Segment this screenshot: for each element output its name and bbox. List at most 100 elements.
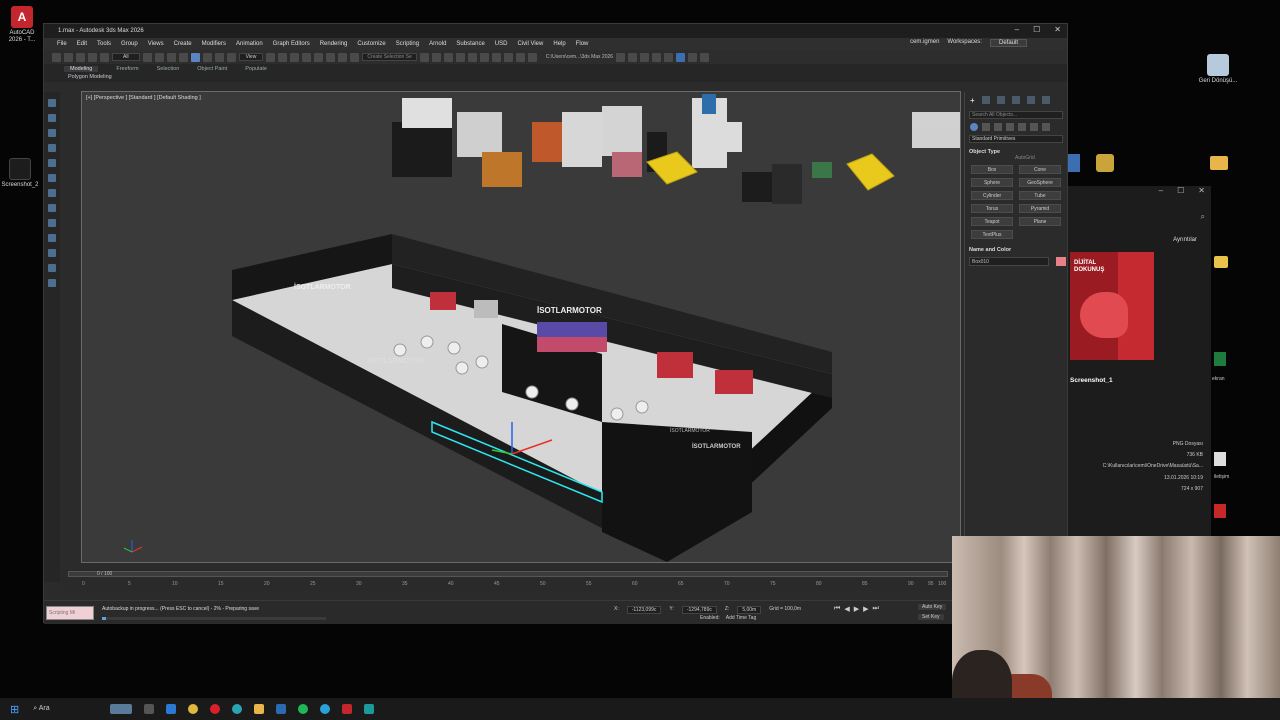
desktop-icon-screenshot[interactable]: Screenshot_2 <box>0 158 40 189</box>
tab-object-paint[interactable]: Object Paint <box>197 66 227 72</box>
menu-flow[interactable]: Flow <box>571 41 594 47</box>
pivot-icon[interactable] <box>266 52 276 62</box>
tool-icon[interactable] <box>48 159 56 167</box>
tube-button[interactable]: Tube <box>1019 191 1061 200</box>
play-icon[interactable]: ▶ <box>854 605 859 613</box>
autocad-taskbar-icon[interactable] <box>341 704 352 714</box>
helpers-icon[interactable] <box>1018 123 1026 131</box>
menu-create[interactable]: Create <box>169 41 197 47</box>
tool-icon[interactable] <box>48 249 56 257</box>
maxscript-listener[interactable]: Scripting Mi <box>46 606 94 620</box>
maximize-button[interactable]: ☐ <box>1033 25 1040 34</box>
arnold-icon[interactable] <box>676 52 686 62</box>
tab-selection[interactable]: Selection <box>157 66 180 72</box>
time-slider[interactable]: 0 / 100 <box>68 571 948 577</box>
folder-icon[interactable] <box>1210 156 1228 170</box>
cylinder-button[interactable]: Cylinder <box>971 191 1013 200</box>
modify-tab-icon[interactable] <box>981 96 990 104</box>
create-tab-icon[interactable]: + <box>970 96 975 105</box>
tool-icon[interactable] <box>48 114 56 122</box>
edge-icon[interactable] <box>165 704 176 714</box>
render-setup-icon[interactable] <box>515 52 525 62</box>
plane-button[interactable]: Plane <box>1019 217 1061 226</box>
browse-icon[interactable] <box>628 52 638 62</box>
geosphere-button[interactable]: GeoSphere <box>1019 178 1061 187</box>
edge-browser-icon[interactable] <box>231 704 242 714</box>
tool-icon[interactable] <box>48 204 56 212</box>
shapes-icon[interactable] <box>982 123 990 131</box>
y-field[interactable]: -1294,789c <box>681 606 717 614</box>
menu-tools[interactable]: Tools <box>92 41 116 47</box>
prev-frame-icon[interactable]: ◀ <box>844 605 849 613</box>
reference-coord-dropdown[interactable]: View <box>238 53 264 61</box>
windows-start-icon[interactable]: ⊞ <box>10 703 19 716</box>
systems-icon[interactable] <box>1042 123 1050 131</box>
object-type-title[interactable]: Object Type <box>965 145 1067 155</box>
app-icon[interactable] <box>1068 154 1080 172</box>
sync-icon[interactable] <box>688 52 698 62</box>
project-path[interactable]: C:\Users\cem...\3ds Max 2026 <box>546 54 613 60</box>
curve-editor-icon[interactable] <box>479 52 489 62</box>
toggle-ribbon-icon[interactable] <box>467 52 477 62</box>
close-button[interactable]: ✕ <box>1198 186 1205 200</box>
torus-button[interactable]: Torus <box>971 204 1013 213</box>
sphere-button[interactable]: Sphere <box>971 178 1013 187</box>
open-folder-icon[interactable] <box>616 52 626 62</box>
material-editor-icon[interactable] <box>503 52 513 62</box>
spacewarps-icon[interactable] <box>1030 123 1038 131</box>
menu-rendering[interactable]: Rendering <box>315 41 353 47</box>
excel-file-icon[interactable] <box>1214 352 1226 366</box>
select-move-icon[interactable] <box>190 52 200 62</box>
render-active-icon[interactable] <box>664 52 674 62</box>
maximize-button[interactable]: ☐ <box>1177 186 1184 200</box>
app-icon[interactable] <box>1096 154 1114 172</box>
x-field[interactable]: -1123,099c <box>626 606 662 614</box>
object-color-swatch[interactable] <box>1056 256 1066 266</box>
layer-explorer-icon[interactable] <box>455 52 465 62</box>
angle-snap-icon[interactable] <box>314 52 324 62</box>
tool-icon[interactable] <box>48 279 56 287</box>
schematic-view-icon[interactable] <box>491 52 501 62</box>
menu-views[interactable]: Views <box>143 41 169 47</box>
align-icon[interactable] <box>431 52 441 62</box>
spinner-snap-icon[interactable] <box>338 52 348 62</box>
goto-end-icon[interactable]: ⏭ <box>872 605 878 613</box>
add-time-tag[interactable]: Add Time Tag <box>726 615 756 621</box>
cone-button[interactable]: Cone <box>1019 165 1061 174</box>
render-iterative-icon[interactable] <box>652 52 662 62</box>
select-by-name-icon[interactable] <box>154 52 164 62</box>
object-name-field[interactable]: Box010 <box>969 257 1049 266</box>
minimize-button[interactable]: – <box>1159 186 1163 200</box>
percent-snap-icon[interactable] <box>326 52 336 62</box>
redo-icon[interactable] <box>64 52 73 62</box>
tool-icon[interactable] <box>48 219 56 227</box>
tab-freeform[interactable]: Freeform <box>116 66 138 72</box>
menu-edit[interactable]: Edit <box>72 41 92 47</box>
workspace-dropdown[interactable]: Default <box>989 39 1027 47</box>
tab-modeling[interactable]: Modeling <box>64 66 99 72</box>
file-explorer-icon[interactable] <box>253 704 264 714</box>
desktop-icon-autocad[interactable]: A AutoCAD 2026 - T... <box>2 6 42 44</box>
user-account[interactable]: cem.igmen <box>910 39 939 47</box>
menu-animation[interactable]: Animation <box>231 41 268 47</box>
settings-icon[interactable] <box>700 52 710 62</box>
opera-icon[interactable] <box>209 704 220 714</box>
details-button[interactable]: Ayrıntılar <box>1173 237 1197 243</box>
rect-selection-icon[interactable] <box>166 52 176 62</box>
display-tab-icon[interactable] <box>1026 96 1035 104</box>
placement-icon[interactable] <box>226 52 236 62</box>
tool-icon[interactable] <box>48 174 56 182</box>
bind-space-warp-icon[interactable] <box>100 52 109 62</box>
weather-icon[interactable] <box>109 704 132 714</box>
textplus-button[interactable]: TextPlus <box>971 230 1013 239</box>
snaps-toggle-icon[interactable] <box>302 52 312 62</box>
menu-usd[interactable]: USD <box>490 41 513 47</box>
lights-icon[interactable] <box>994 123 1002 131</box>
select-scale-icon[interactable] <box>214 52 224 62</box>
tool-icon[interactable] <box>48 144 56 152</box>
menu-customize[interactable]: Customize <box>352 41 390 47</box>
autogrid-checkbox[interactable]: AutoGrid <box>965 155 1067 161</box>
rendered-frame-icon[interactable] <box>527 52 537 62</box>
pdf-file-icon[interactable] <box>1214 504 1226 518</box>
spotify-icon[interactable] <box>297 704 308 714</box>
